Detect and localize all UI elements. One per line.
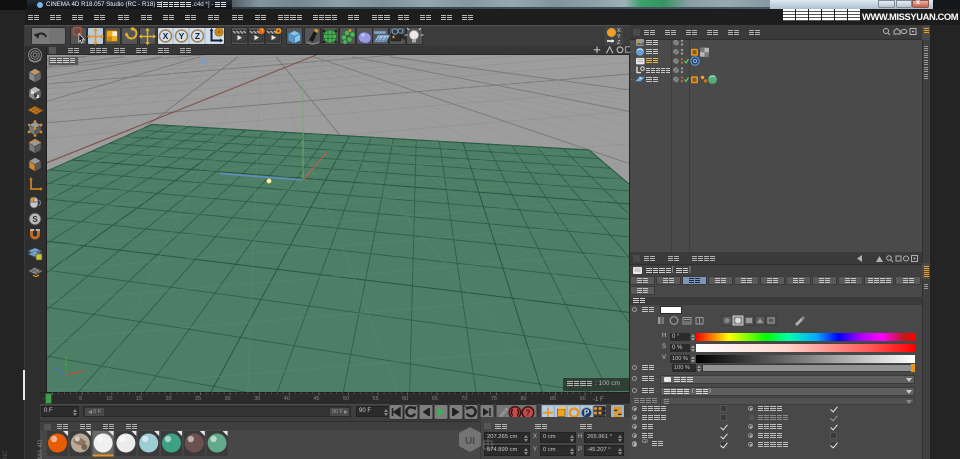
svg-text:UI: UI — [465, 436, 475, 447]
